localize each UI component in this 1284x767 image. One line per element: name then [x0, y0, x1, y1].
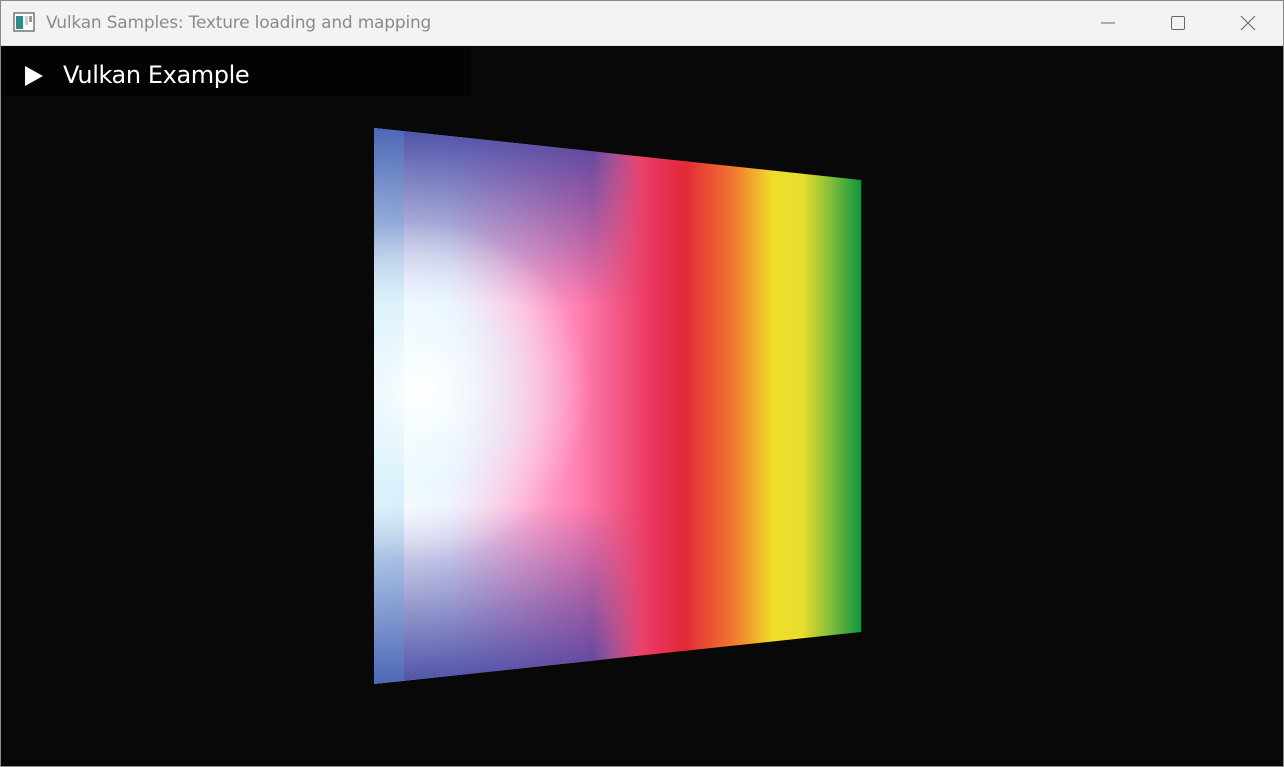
ui-overlay-panel[interactable]: Vulkan Example [1, 46, 471, 96]
textured-quad-scene [374, 128, 861, 684]
maximize-icon [1171, 16, 1185, 30]
render-viewport[interactable]: Vulkan Example [1, 46, 1283, 766]
overlay-title[interactable]: Vulkan Example [63, 61, 250, 89]
triangle-right-icon[interactable] [23, 65, 45, 87]
maximize-button[interactable] [1143, 1, 1213, 45]
app-window: Vulkan Samples: Texture loading and mapp… [0, 0, 1284, 767]
title-bar[interactable]: Vulkan Samples: Texture loading and mapp… [1, 1, 1283, 46]
rainbow-texture-quad [374, 128, 861, 684]
app-icon [13, 12, 35, 32]
minimize-icon [1101, 22, 1115, 24]
close-button[interactable] [1213, 1, 1283, 45]
window-title: Vulkan Samples: Texture loading and mapp… [46, 13, 432, 33]
minimize-button[interactable] [1073, 1, 1143, 45]
close-icon [1240, 15, 1256, 31]
